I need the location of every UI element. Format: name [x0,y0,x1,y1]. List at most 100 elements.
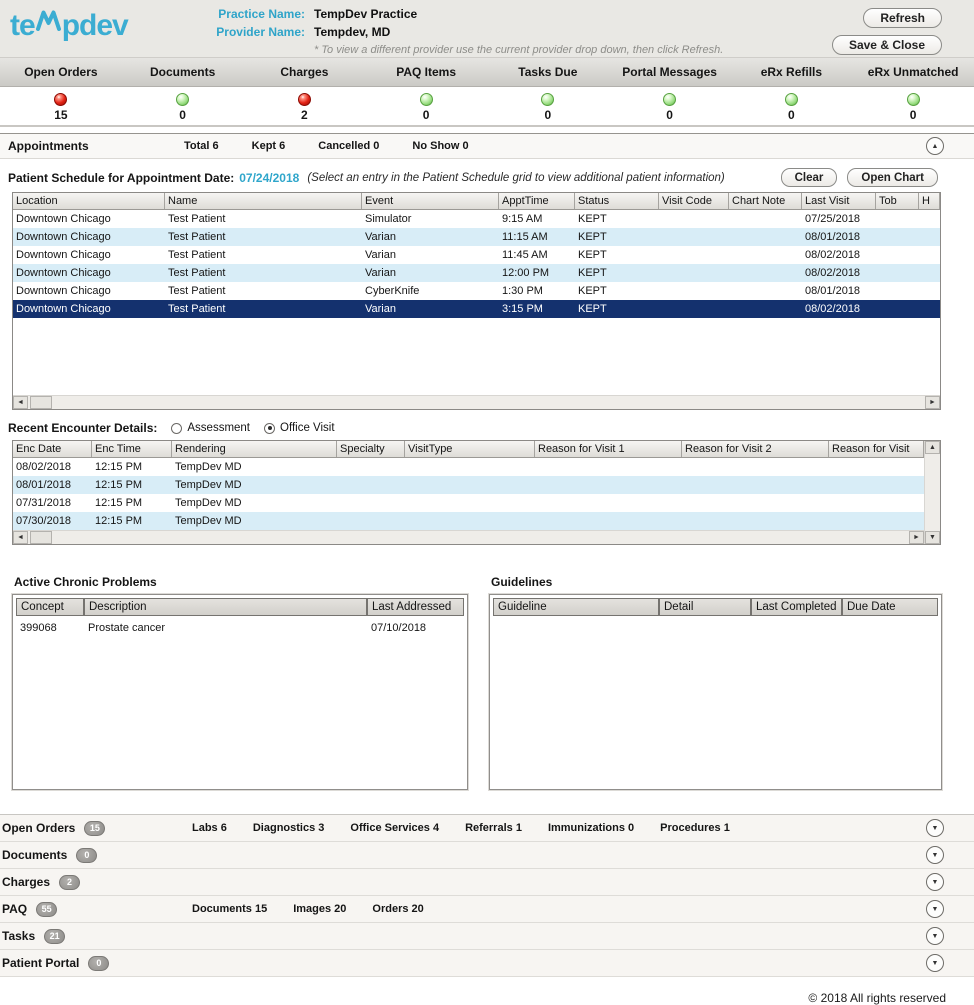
scroll-left-icon[interactable]: ◄ [13,396,28,409]
radio-office-visit[interactable]: Office Visit [264,422,335,434]
scroll-up-icon[interactable]: ▲ [925,441,940,454]
cell [919,228,940,246]
appointments-stat-kept: Kept 6 [252,140,286,152]
refresh-button[interactable]: Refresh [863,8,942,28]
scroll-down-icon[interactable]: ▼ [925,531,940,544]
expand-button[interactable]: ▼ [926,819,944,837]
column-header[interactable]: Last Visit [802,193,876,209]
table-row[interactable]: Downtown ChicagoTest PatientVarian11:45 … [13,246,940,264]
encounter-grid-header: Enc Date Enc Time Rendering Specialty Vi… [13,441,924,458]
cell [659,210,729,228]
guidelines-panel: Guidelines Guideline Detail Last Complet… [489,575,942,790]
table-row[interactable]: 08/02/201812:15 PMTempDev MD [13,458,924,476]
radio-icon[interactable] [171,423,182,434]
expand-button[interactable]: ▼ [926,900,944,918]
encounter-details-row: Recent Encounter Details: Assessment Off… [8,421,974,435]
table-row[interactable]: Downtown ChicagoTest PatientVarian11:15 … [13,228,940,246]
collapse-button[interactable]: ▲ [926,137,944,155]
table-row-selected[interactable]: Downtown ChicagoTest PatientVarian3:15 P… [13,300,940,318]
cell [659,246,729,264]
column-header[interactable]: Specialty [337,441,405,457]
column-header[interactable]: Reason for Visit 2 [682,441,829,457]
radio-checked-icon[interactable] [264,423,275,434]
column-header[interactable]: Tob [876,193,919,209]
column-header[interactable]: Status [575,193,659,209]
expand-button[interactable]: ▼ [926,927,944,945]
scroll-left-icon[interactable]: ◄ [13,531,28,544]
accordion-section-tasks[interactable]: Tasks 21 ▼ [0,923,974,950]
column-header[interactable]: VisitType [405,441,535,457]
accordion-section-open-orders[interactable]: Open Orders 15 Labs 6 Diagnostics 3 Offi… [0,815,974,842]
column-header[interactable]: Due Date [842,598,938,616]
column-header[interactable]: Enc Time [92,441,172,457]
column-header[interactable]: Location [13,193,165,209]
cell [405,458,535,476]
accordion-section-patient-portal[interactable]: Patient Portal 0 ▼ [0,950,974,977]
table-row[interactable]: Downtown ChicagoTest PatientCyberKnife1:… [13,282,940,300]
column-header[interactable]: Guideline [493,598,659,616]
column-header[interactable]: Name [165,193,362,209]
accordion-section-paq[interactable]: PAQ 55 Documents 15 Images 20 Orders 20 … [0,896,974,923]
column-header[interactable]: Detail [659,598,751,616]
status-light-red-icon [54,93,67,106]
status-light-green-icon [176,93,189,106]
table-row[interactable]: Downtown ChicagoTest PatientSimulator9:1… [13,210,940,228]
table-row[interactable]: 08/01/201812:15 PMTempDev MD [13,476,924,494]
accordion-section-documents[interactable]: Documents 0 ▼ [0,842,974,869]
column-header[interactable]: Visit Code [659,193,729,209]
section-stat: Procedures 1 [660,822,730,834]
logo-text-start: te [10,11,35,41]
provider-name-value[interactable]: Tempdev, MD [314,25,390,39]
cell [876,228,919,246]
cell [876,282,919,300]
cell: Test Patient [165,246,362,264]
scrollbar-thumb[interactable] [30,396,52,409]
status-count: 2 [244,108,366,122]
expand-button[interactable]: ▼ [926,873,944,891]
column-header[interactable]: Reason for Visit [829,441,924,457]
scroll-right-icon[interactable]: ► [925,396,940,409]
vertical-scrollbar[interactable]: ▲ ▼ [924,441,940,544]
scroll-right-icon[interactable]: ► [909,531,924,544]
horizontal-scrollbar[interactable]: ◄ ► [13,530,924,544]
table-row[interactable]: 07/30/201812:15 PMTempDev MD [13,512,924,530]
status-cell: 0 [852,93,974,125]
column-header[interactable]: Concept [16,598,84,616]
cell [876,210,919,228]
status-count: 0 [365,108,487,122]
open-chart-button[interactable]: Open Chart [847,168,938,187]
appointments-bar[interactable]: Appointments Total 6 Kept 6 Cancelled 0 … [0,133,974,159]
column-header[interactable]: Last Completed [751,598,842,616]
cell: Test Patient [165,282,362,300]
column-header[interactable]: Event [362,193,499,209]
expand-button[interactable]: ▼ [926,954,944,972]
column-header[interactable]: Reason for Visit 1 [535,441,682,457]
column-header[interactable]: ApptTime [499,193,575,209]
column-header[interactable]: Chart Note [729,193,802,209]
column-header[interactable]: Last Addressed [367,598,464,616]
column-header[interactable]: Rendering [172,441,337,457]
grid-empty-area [13,318,940,395]
cell: Downtown Chicago [13,282,165,300]
table-row[interactable]: 07/31/201812:15 PMTempDev MD [13,494,924,512]
table-row[interactable]: Downtown ChicagoTest PatientVarian12:00 … [13,264,940,282]
horizontal-scrollbar[interactable]: ◄ ► [13,395,940,409]
scrollbar-thumb[interactable] [30,531,52,544]
table-row[interactable]: 399068 Prostate cancer 07/10/2018 [13,619,467,637]
clear-button[interactable]: Clear [781,168,838,187]
column-header[interactable]: H [919,193,940,209]
save-close-button[interactable]: Save & Close [832,35,942,55]
grid-header: Concept Description Last Addressed [13,595,467,616]
count-badge: 15 [84,821,105,836]
column-header[interactable]: Enc Date [13,441,92,457]
expand-button[interactable]: ▼ [926,846,944,864]
chevron-down-icon: ▼ [932,852,939,859]
cell [659,300,729,318]
cell [682,512,829,530]
status-label-erx-refills: eRx Refills [731,65,853,79]
radio-assessment[interactable]: Assessment [171,422,250,434]
section-label: Open Orders [0,821,75,835]
provider-name-label: Provider Name: [205,25,305,39]
column-header[interactable]: Description [84,598,367,616]
accordion-section-charges[interactable]: Charges 2 ▼ [0,869,974,896]
